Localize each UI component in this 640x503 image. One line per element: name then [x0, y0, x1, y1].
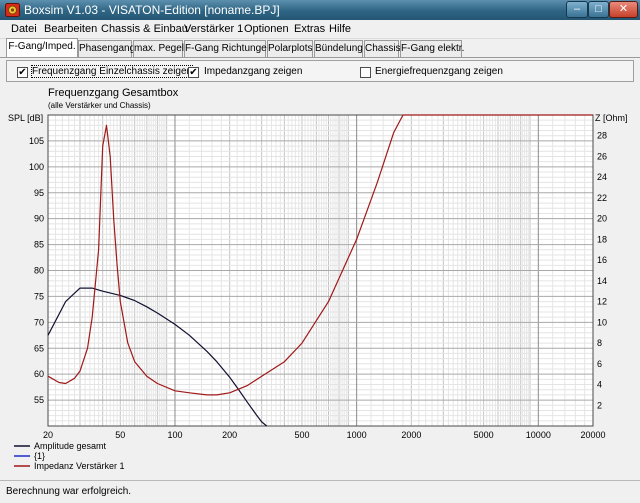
checkbox-einzelchassis-label[interactable]: Frequenzgang Einzelchassis zeigen: [30, 65, 194, 78]
y2-tick-label: 24: [597, 172, 607, 182]
y2-tick-label: 16: [597, 255, 607, 265]
y-tick-label: 60: [34, 369, 44, 379]
title-bar[interactable]: Boxsim V1.03 - VISATON-Edition [noname.B…: [0, 0, 640, 20]
y-tick-label: 55: [34, 395, 44, 405]
y2-tick-label: 26: [597, 151, 607, 161]
checkbox-impedanz[interactable]: ✔: [188, 67, 199, 78]
checkbox-energie-label[interactable]: Energiefrequenzgang zeigen: [375, 66, 503, 77]
close-button[interactable]: ✕: [609, 1, 638, 18]
y-tick-label: 65: [34, 343, 44, 353]
menu-chassis-einbau[interactable]: Chassis & Einbau: [101, 23, 188, 35]
menu-datei[interactable]: Datei: [11, 23, 37, 35]
maximize-button[interactable]: □: [588, 1, 609, 18]
checkbox-einzelchassis[interactable]: ✔: [17, 67, 28, 78]
y2-tick-label: 4: [597, 380, 602, 390]
y-tick-label: 75: [34, 291, 44, 301]
y2-tick-label: 28: [597, 131, 607, 141]
x-tick-label: 100: [167, 430, 182, 440]
chart-title: Frequenzgang Gesamtbox: [48, 87, 179, 99]
tab-f-gang-imped[interactable]: F-Gang/Imped.: [6, 38, 78, 57]
tab-phasengang[interactable]: Phasengang: [78, 40, 135, 57]
legend-label: Impedanz Verstärker 1: [34, 461, 125, 471]
y-tick-label: 90: [34, 214, 44, 224]
x-tick-label: 500: [294, 430, 309, 440]
tab-bar: F-Gang/Imped. Phasengang max. Pegel F-Ga…: [0, 38, 640, 57]
x-tick-label: 20: [43, 430, 53, 440]
legend-label: {1}: [34, 451, 45, 461]
chart-area: Frequenzgang Gesamtbox (alle Verstärker …: [0, 84, 640, 480]
tab-f-gang-richtungen[interactable]: F-Gang Richtungen: [184, 40, 272, 57]
x-tick-label: 200: [222, 430, 237, 440]
tab-f-gang-elektr[interactable]: F-Gang elektr.: [400, 40, 464, 57]
y-tick-label: 100: [29, 162, 44, 172]
options-group: ✔ Frequenzgang Einzelchassis zeigen ✔ Im…: [6, 60, 634, 82]
x-tick-label: 2000: [401, 430, 421, 440]
x-tick-label: 1000: [347, 430, 367, 440]
checkbox-energie[interactable]: [360, 67, 371, 78]
window-title: Boxsim V1.03 - VISATON-Edition [noname.B…: [24, 3, 280, 17]
y2-tick-label: 18: [597, 234, 607, 244]
y2-tick-label: 22: [597, 193, 607, 203]
tab-buendelung[interactable]: Bündelung: [314, 40, 363, 57]
y-tick-label: 85: [34, 240, 44, 250]
minimize-button[interactable]: –: [566, 1, 588, 18]
y-tick-label: 95: [34, 188, 44, 198]
menu-bar: Datei Bearbeiten Chassis & Einbau Verstä…: [0, 20, 640, 39]
y2-tick-label: 6: [597, 359, 602, 369]
menu-extras[interactable]: Extras: [294, 23, 325, 35]
y2-tick-label: 8: [597, 338, 602, 348]
x-tick-label: 50: [115, 430, 125, 440]
tab-chassis[interactable]: Chassis: [364, 40, 401, 57]
y2-tick-label: 10: [597, 317, 607, 327]
y2-tick-label: 12: [597, 297, 607, 307]
y-axis-label: SPL [dB]: [8, 113, 43, 123]
y-tick-label: 80: [34, 266, 44, 276]
y2-tick-label: 20: [597, 214, 607, 224]
chart-legend: Amplitude gesamt{1}Impedanz Verstärker 1: [14, 441, 125, 471]
legend-label: Amplitude gesamt: [34, 441, 107, 451]
tab-max-pegel[interactable]: max. Pegel: [133, 40, 184, 57]
menu-bearbeiten[interactable]: Bearbeiten: [44, 23, 97, 35]
menu-hilfe[interactable]: Hilfe: [329, 23, 351, 35]
x-tick-label: 20000: [580, 430, 605, 440]
checkbox-impedanz-label[interactable]: Impedanzgang zeigen: [204, 66, 302, 77]
y2-tick-label: 2: [597, 400, 602, 410]
y2-axis-label: Z [Ohm]: [595, 113, 628, 123]
y-tick-label: 105: [29, 136, 44, 146]
status-bar: Berechnung war erfolgreich.: [0, 480, 640, 503]
menu-verstaerker-1[interactable]: Verstärker 1: [184, 23, 243, 35]
menu-optionen[interactable]: Optionen: [244, 23, 289, 35]
x-tick-label: 5000: [474, 430, 494, 440]
boxsim-app-icon: [5, 3, 20, 17]
x-tick-label: 10000: [526, 430, 551, 440]
frequency-response-chart[interactable]: Frequenzgang Gesamtbox (alle Verstärker …: [0, 84, 640, 480]
y-tick-label: 70: [34, 317, 44, 327]
chart-subtitle: (alle Verstärker und Chassis): [48, 101, 151, 110]
y2-tick-label: 14: [597, 276, 607, 286]
tab-polarplots[interactable]: Polarplots: [267, 40, 313, 57]
status-text: Berechnung war erfolgreich.: [6, 486, 132, 497]
